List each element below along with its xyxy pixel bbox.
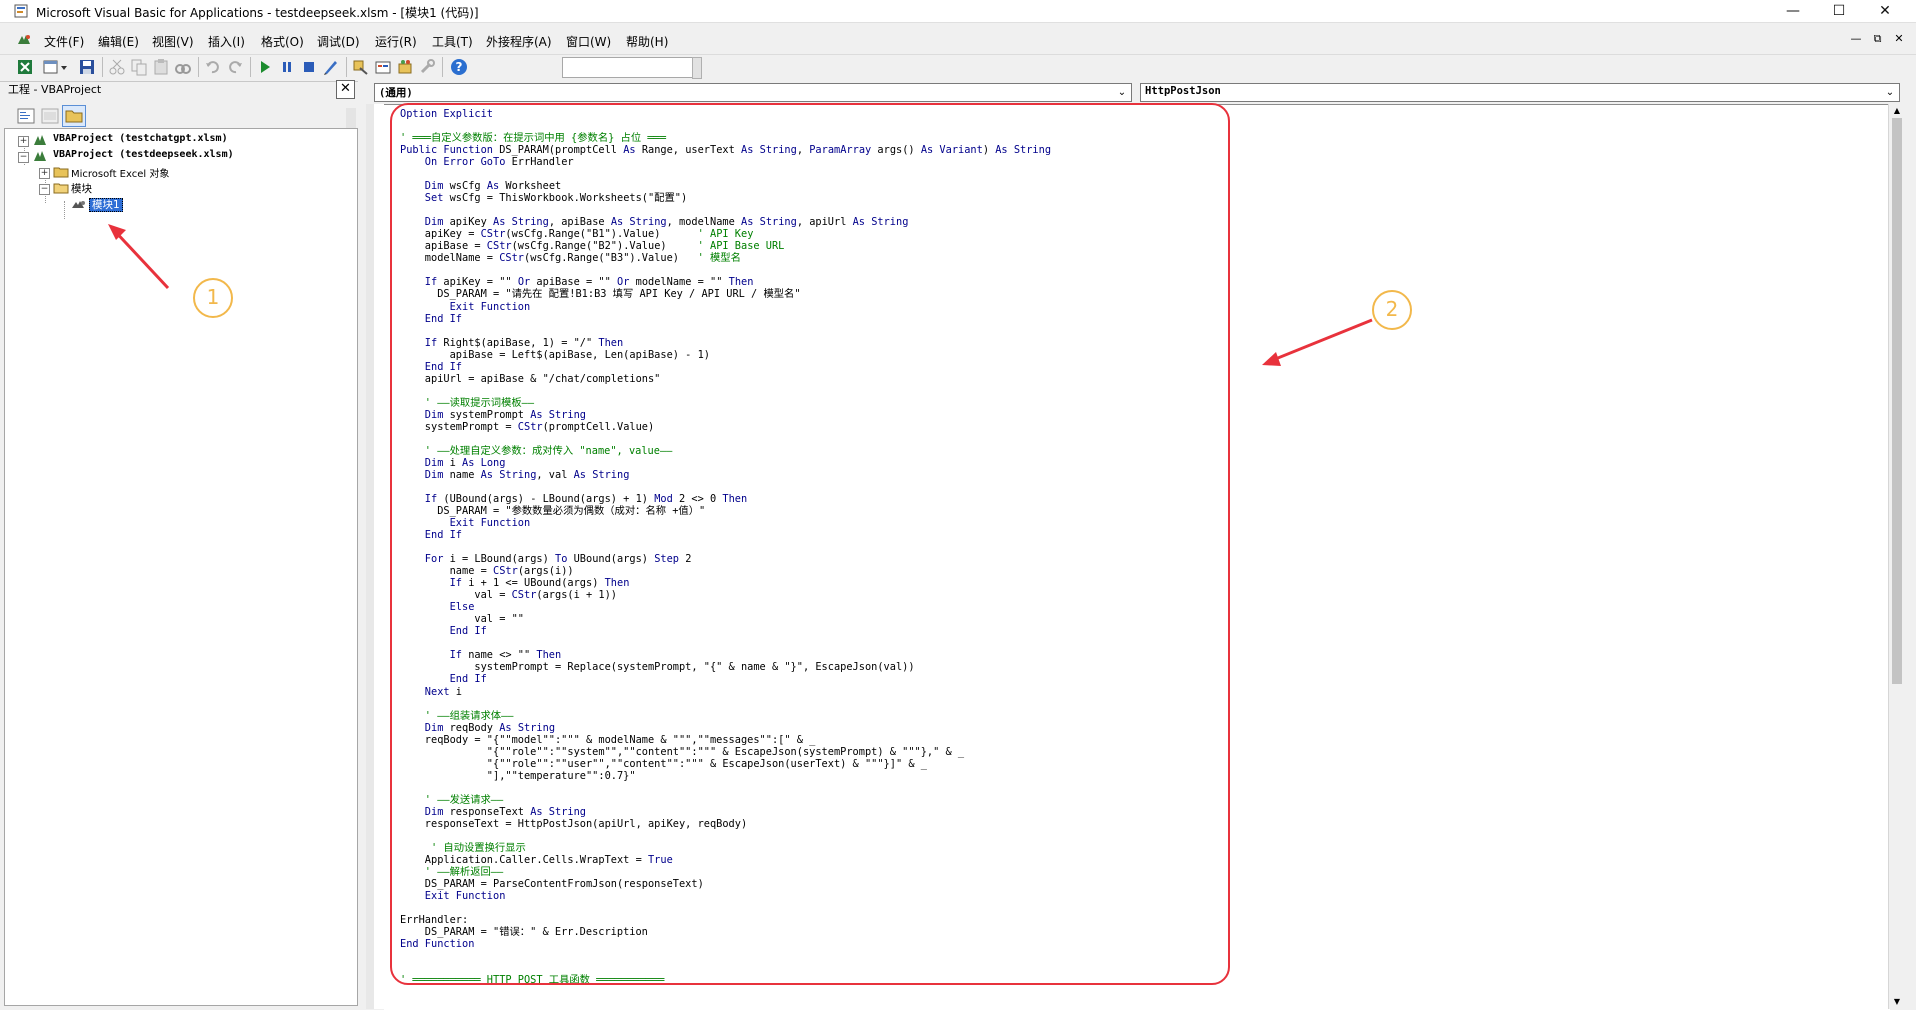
project-explorer-title: 工程 - VBAProject — [8, 83, 102, 96]
procedure-dropdown-value: HttpPostJson — [1145, 85, 1221, 97]
object-dropdown[interactable]: (通用) ⌄ — [374, 83, 1132, 102]
menu-window[interactable]: 窗口(W) — [566, 33, 611, 50]
code-margin-left — [366, 104, 374, 1009]
help-icon[interactable]: ? — [450, 58, 468, 76]
scroll-down-icon[interactable]: ▼ — [1889, 995, 1905, 1009]
toolbox-icon[interactable] — [418, 58, 436, 76]
svg-text:?: ? — [456, 60, 463, 74]
annotation-marker-2: 2 — [1372, 290, 1412, 330]
vba-app-icon — [14, 4, 28, 18]
code-vertical-scrollbar[interactable]: ▲ ▼ — [1888, 104, 1905, 1009]
mdi-window-controls: — ⧉ ✕ — [1847, 32, 1908, 46]
toolbar-separator — [250, 57, 251, 77]
minimize-button[interactable]: — — [1770, 0, 1816, 22]
menu-format[interactable]: 格式(O) — [261, 33, 304, 50]
menu-file[interactable]: 文件(F) — [44, 33, 84, 50]
window-title: Microsoft Visual Basic for Applications … — [36, 6, 479, 20]
tree-item-modules-folder[interactable]: 模块 — [71, 181, 92, 196]
menu-insert[interactable]: 插入(I) — [208, 33, 245, 50]
scroll-up-icon[interactable]: ▲ — [1889, 104, 1905, 118]
tree-expander[interactable]: + — [39, 168, 50, 179]
menu-edit[interactable]: 编辑(E) — [98, 33, 139, 50]
toolbar-separator — [198, 57, 199, 77]
run-icon[interactable] — [256, 58, 274, 76]
insert-userform-icon[interactable] — [42, 58, 60, 76]
tree-expander[interactable]: − — [18, 152, 29, 163]
menu-addins[interactable]: 外接程序(A) — [486, 33, 552, 50]
reset-icon[interactable] — [300, 58, 318, 76]
vba-project-node-icon — [34, 151, 46, 161]
tree-expander[interactable]: + — [18, 136, 29, 147]
scrollbar-thumb[interactable] — [1892, 118, 1902, 684]
toolbar-separator — [442, 57, 443, 77]
cut-icon[interactable] — [108, 58, 126, 76]
project-tree: + VBAProject (testchatgpt.xlsm) − VBAPro… — [4, 128, 358, 1006]
vba-project-icon[interactable] — [16, 32, 32, 48]
break-icon[interactable] — [278, 58, 296, 76]
toolbar-separator — [346, 57, 347, 77]
undo-icon[interactable] — [204, 58, 222, 76]
vba-project-node-icon — [34, 135, 46, 145]
copy-icon[interactable] — [130, 58, 148, 76]
design-mode-icon[interactable] — [322, 58, 340, 76]
folder-open-icon — [53, 183, 69, 194]
folder-icon — [53, 167, 69, 178]
menu-help[interactable]: 帮助(H) — [626, 33, 668, 50]
view-code-icon[interactable] — [14, 105, 38, 127]
procedure-dropdown[interactable]: HttpPostJson ⌄ — [1140, 83, 1900, 102]
properties-window-icon[interactable] — [374, 58, 392, 76]
annotation-highlight-box — [390, 103, 1230, 985]
mdi-close-button[interactable]: ✕ — [1890, 32, 1908, 45]
tree-expander[interactable]: − — [39, 184, 50, 195]
paste-icon[interactable] — [152, 58, 170, 76]
module1-label[interactable]: 模块1 — [89, 198, 123, 212]
project-explorer-resize-grip[interactable] — [346, 108, 356, 128]
view-object-icon[interactable] — [38, 105, 62, 127]
find-icon[interactable] — [174, 58, 192, 76]
tree-item-vbaproject-testchatgpt[interactable]: VBAProject (testchatgpt.xlsm) — [53, 133, 228, 144]
pane-splitter[interactable] — [358, 80, 366, 1009]
annotation-marker-1: 1 — [193, 278, 233, 318]
module-icon — [72, 201, 85, 208]
dropdown-arrow-icon[interactable] — [60, 58, 68, 76]
tree-item-module1[interactable]: 模块1 — [89, 197, 123, 212]
save-icon[interactable] — [78, 58, 96, 76]
toolbar-position-field — [562, 57, 694, 78]
tree-item-vbaproject-testdeepseek[interactable]: VBAProject (testdeepseek.xlsm) — [53, 149, 234, 160]
project-explorer-icon[interactable] — [352, 58, 370, 76]
close-window-button[interactable]: ✕ — [1862, 0, 1908, 22]
chevron-down-icon[interactable]: ⌄ — [1115, 84, 1129, 101]
menu-view[interactable]: 视图(V) — [152, 33, 194, 50]
object-dropdown-value: (通用) — [379, 87, 413, 99]
mdi-restore-button[interactable]: ⧉ — [1869, 32, 1887, 46]
menu-debug[interactable]: 调试(D) — [317, 33, 360, 50]
tree-connector — [64, 201, 65, 219]
chevron-down-icon[interactable]: ⌄ — [1883, 84, 1897, 101]
project-explorer-close-button[interactable]: ✕ — [336, 80, 355, 99]
menu-tools[interactable]: 工具(T) — [432, 33, 473, 50]
mdi-minimize-button[interactable]: — — [1847, 32, 1865, 45]
toggle-folders-icon[interactable] — [62, 105, 86, 127]
object-browser-icon[interactable] — [396, 58, 414, 76]
toolbar-separator — [102, 57, 103, 77]
toolbar-grip[interactable] — [692, 57, 702, 79]
redo-icon[interactable] — [226, 58, 244, 76]
tree-item-excel-objects[interactable]: Microsoft Excel 对象 — [71, 165, 169, 180]
maximize-button[interactable]: ☐ — [1816, 0, 1862, 22]
menu-run[interactable]: 运行(R) — [375, 33, 417, 50]
view-excel-icon[interactable] — [16, 58, 34, 76]
